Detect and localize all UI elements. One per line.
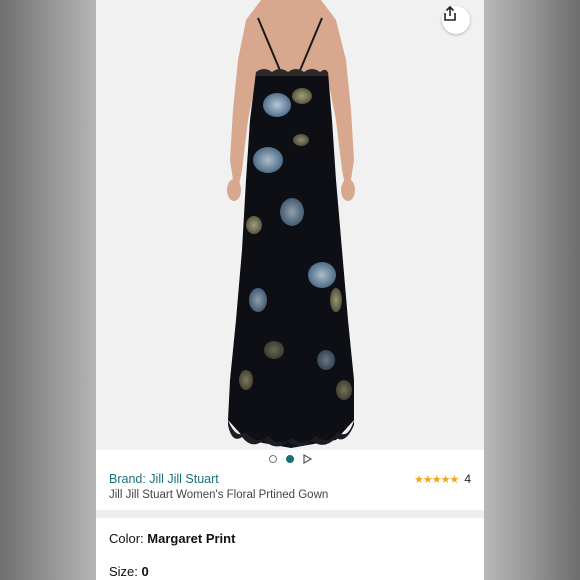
rating-stars-icon: ★★★★★	[414, 473, 459, 486]
play-icon[interactable]	[302, 454, 312, 464]
background-left	[0, 0, 96, 580]
color-label: Color:	[109, 531, 148, 546]
product-panel: Brand: Jill Jill Stuart Jill Jill Stuart…	[96, 0, 484, 580]
size-value: 0	[141, 564, 149, 579]
brand-link[interactable]: Brand: Jill Jill Stuart	[109, 472, 219, 486]
carousel-dot-active[interactable]	[285, 455, 294, 463]
share-icon	[444, 6, 456, 21]
share-button[interactable]	[442, 6, 470, 34]
product-image[interactable]	[96, 0, 484, 450]
carousel-indicator	[96, 452, 484, 466]
size-option[interactable]: Size: 0	[109, 564, 149, 579]
section-divider	[96, 510, 484, 518]
product-title: Jill Jill Stuart Women's Floral Prtined …	[109, 489, 329, 501]
carousel-dot[interactable]	[268, 455, 277, 463]
gown-photo	[227, 0, 355, 448]
rating[interactable]: ★★★★★ 4	[414, 472, 471, 486]
rating-count: 4	[464, 472, 471, 486]
color-value: Margaret Print	[147, 531, 236, 546]
color-option[interactable]: Color: Margaret Print	[109, 531, 235, 546]
background-right	[484, 0, 580, 580]
size-label: Size:	[109, 564, 142, 579]
